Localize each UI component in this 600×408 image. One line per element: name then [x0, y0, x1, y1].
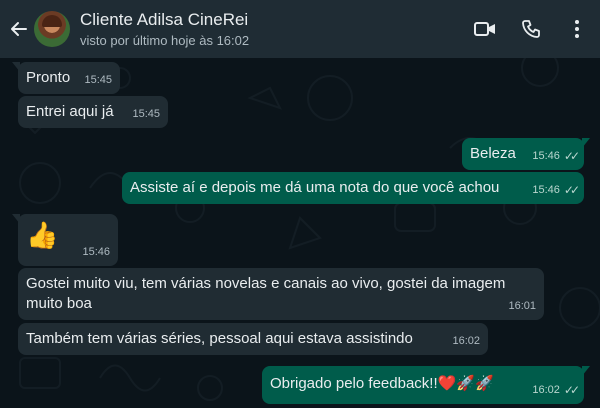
timestamp: 15:46: [532, 184, 560, 196]
message-text: Assiste aí e depois me dá uma nota do qu…: [130, 179, 500, 196]
chat-header: Cliente Adilsa CineRei visto por último …: [0, 0, 600, 58]
message-time: 16:01: [508, 296, 536, 316]
header-actions: [462, 0, 600, 58]
message-text: Gostei muito viu, tem várias novelas e c…: [26, 275, 506, 312]
message-time: 15:46: [82, 242, 110, 262]
message-outgoing[interactable]: Beleza 15:46 ✓✓: [462, 138, 590, 170]
double-check-icon: ✓✓: [563, 183, 580, 197]
timestamp: 15:45: [132, 108, 160, 120]
timestamp: 16:02: [532, 384, 560, 396]
chat-area[interactable]: Pronto 15:45 Entrei aqui já 15:45 Beleza…: [0, 58, 600, 408]
message-time: 15:46 ✓✓: [532, 180, 580, 200]
message-outgoing[interactable]: Assiste aí e depois me dá uma nota do qu…: [122, 172, 584, 204]
message-time: 15:45: [84, 70, 112, 90]
timestamp: 16:01: [508, 300, 536, 312]
message-text: Entrei aqui já: [26, 103, 114, 120]
last-seen-status: visto por último hoje às 16:02: [80, 32, 250, 48]
message-time: 15:45: [132, 104, 160, 124]
double-check-icon: ✓✓: [563, 149, 580, 163]
message-incoming[interactable]: Também tem várias séries, pessoal aqui e…: [18, 323, 488, 355]
message-outgoing[interactable]: Obrigado pelo feedback!!❤️🚀🚀 16:02 ✓✓: [262, 366, 590, 404]
timestamp: 16:02: [452, 335, 480, 347]
video-call-icon[interactable]: [462, 0, 508, 58]
timestamp: 15:46: [532, 150, 560, 162]
timestamp: 15:45: [84, 74, 112, 86]
message-incoming[interactable]: Entrei aqui já 15:45: [18, 96, 168, 128]
message-incoming[interactable]: Gostei muito viu, tem várias novelas e c…: [18, 268, 544, 320]
message-time: 15:46 ✓✓: [532, 146, 580, 166]
timestamp: 15:46: [82, 246, 110, 258]
avatar[interactable]: [34, 11, 70, 47]
thumbs-up-emoji: 👍: [26, 220, 59, 250]
message-time: 16:02: [452, 331, 480, 351]
back-arrow-icon[interactable]: [4, 0, 34, 58]
message-text: Pronto: [26, 69, 71, 86]
more-vertical-icon[interactable]: [554, 0, 600, 58]
message-text: Obrigado pelo feedback!!❤️🚀🚀: [270, 375, 494, 392]
message-incoming[interactable]: 👍 15:46: [12, 214, 118, 266]
contact-info[interactable]: Cliente Adilsa CineRei visto por último …: [80, 10, 249, 49]
message-incoming[interactable]: Pronto 15:45: [12, 62, 120, 94]
message-time: 16:02 ✓✓: [532, 380, 580, 400]
message-text: Também tem várias séries, pessoal aqui e…: [26, 330, 413, 347]
double-check-icon: ✓✓: [563, 383, 580, 397]
message-text: Beleza: [470, 145, 516, 162]
contact-name: Cliente Adilsa CineRei: [80, 9, 249, 29]
phone-icon[interactable]: [508, 0, 554, 58]
